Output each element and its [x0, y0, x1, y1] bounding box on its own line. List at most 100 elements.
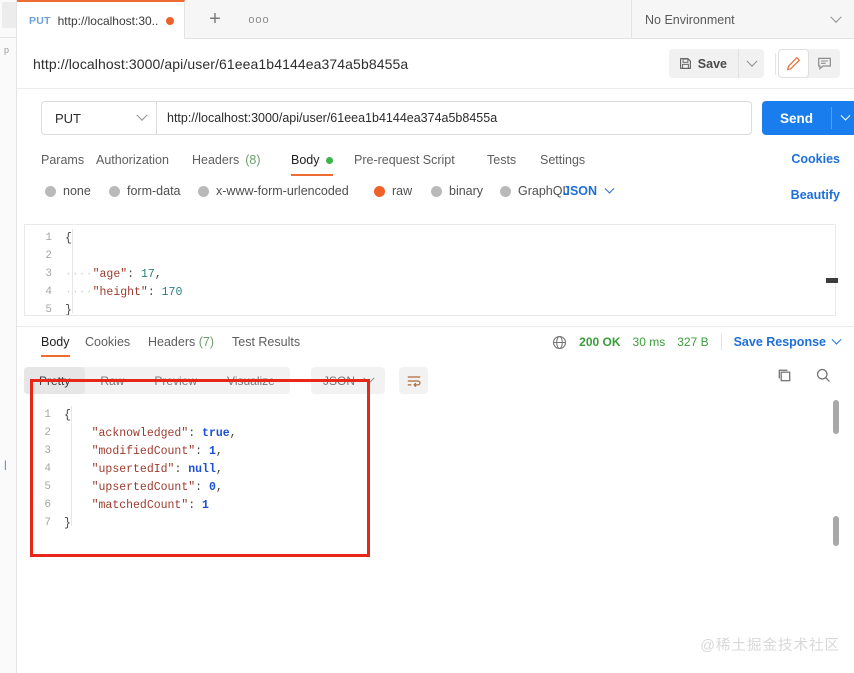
tab-headers[interactable]: Headers (8) — [192, 146, 261, 174]
radio-icon — [198, 186, 209, 197]
view-visualize[interactable]: Visualize — [212, 367, 290, 394]
line-number: 6 — [24, 499, 64, 511]
fold-indicator — [71, 406, 72, 526]
code-line: 2 — [25, 247, 835, 265]
comment-button[interactable] — [809, 49, 840, 78]
chevron-down-icon — [136, 110, 147, 121]
body-type-binary[interactable]: binary — [431, 184, 483, 198]
line-number: 2 — [25, 250, 65, 262]
view-preview[interactable]: Preview — [139, 367, 212, 394]
tab-body[interactable]: Body — [291, 146, 333, 174]
body-type-options: none form-data x-www-form-urlencoded raw… — [17, 184, 854, 212]
response-view-toggle: Pretty Raw Preview Visualize — [24, 367, 290, 394]
response-tab-test-results[interactable]: Test Results — [232, 335, 300, 349]
send-button-group: Send — [762, 101, 854, 135]
body-type-urlencoded[interactable]: x-www-form-urlencoded — [198, 184, 349, 198]
request-tab-active[interactable]: PUT http://localhost:30... — [17, 0, 185, 39]
body-type-graphql[interactable]: GraphQL — [500, 184, 569, 198]
chevron-down-icon — [841, 110, 851, 120]
new-tab-button[interactable]: + — [195, 0, 235, 39]
tab-settings[interactable]: Settings — [540, 146, 585, 174]
tab-method-label: PUT — [29, 15, 51, 27]
code-value: 1 — [202, 499, 209, 512]
body-type-raw[interactable]: raw — [374, 184, 412, 198]
url-input[interactable]: http://localhost:3000/api/user/61eea1b41… — [156, 101, 752, 135]
code-line: 4 ···· "height" : 170 — [25, 283, 835, 301]
code-value: null — [188, 463, 216, 476]
status-divider — [721, 334, 722, 350]
copy-icon[interactable] — [776, 367, 793, 384]
request-editor-scrollbar[interactable] — [826, 278, 838, 283]
code-indent: ···· — [65, 268, 93, 281]
tab-label: Test Results — [232, 335, 300, 349]
tab-label: Params — [41, 153, 84, 167]
view-pretty[interactable]: Pretty — [24, 367, 85, 394]
save-response-button[interactable]: Save Response — [734, 335, 840, 349]
code-key: "modifiedCount" — [92, 445, 196, 458]
tab-count: (8) — [245, 153, 260, 167]
beautify-link[interactable]: Beautify — [791, 188, 840, 202]
send-button[interactable]: Send — [762, 111, 831, 126]
tab-pre-request-script[interactable]: Pre-request Script — [354, 146, 455, 174]
body-format-selector[interactable]: JSON — [563, 184, 613, 198]
sidebar-collapsed-box[interactable] — [2, 2, 16, 28]
radio-icon — [431, 186, 442, 197]
code-colon: : — [127, 268, 141, 281]
code-line: 2 "acknowledged" : true , — [24, 424, 836, 442]
tab-label: Cookies — [85, 335, 130, 349]
save-icon — [679, 57, 692, 70]
response-scrollbar-top[interactable] — [833, 400, 839, 434]
tab-tests[interactable]: Tests — [487, 146, 516, 174]
code-colon: : — [188, 499, 202, 512]
code-text: { — [65, 232, 72, 245]
response-tab-body[interactable]: Body — [41, 335, 70, 349]
cookies-link[interactable]: Cookies — [791, 152, 840, 166]
body-type-form-data[interactable]: form-data — [109, 184, 181, 198]
comment-icon — [817, 56, 832, 71]
search-icon[interactable] — [815, 367, 832, 384]
response-size: 327 B — [677, 335, 708, 349]
code-text: } — [64, 517, 71, 530]
unsaved-dot-icon — [166, 17, 174, 25]
chevron-down-icon — [746, 55, 757, 66]
option-label: none — [63, 184, 91, 198]
tab-label: Settings — [540, 153, 585, 167]
request-body-editor[interactable]: 1 { 2 3 ···· "age" : 17 , 4 ···· "height… — [24, 224, 836, 316]
code-comma: , — [216, 481, 223, 494]
tab-params[interactable]: Params — [41, 146, 84, 174]
response-tab-headers[interactable]: Headers (7) — [148, 335, 214, 349]
line-number: 4 — [24, 463, 64, 475]
save-dropdown-button[interactable] — [738, 49, 764, 78]
chevron-down-icon — [363, 372, 374, 383]
environment-selector[interactable]: No Environment — [645, 0, 840, 39]
tab-label: Tests — [487, 153, 516, 167]
option-label: x-www-form-urlencoded — [216, 184, 349, 198]
code-value: 170 — [162, 286, 183, 299]
tab-count: (7) — [199, 335, 214, 349]
code-line: 5 } — [25, 301, 835, 316]
body-type-none[interactable]: none — [45, 184, 91, 198]
code-line: 3 "modifiedCount" : 1 , — [24, 442, 836, 460]
send-dropdown-button[interactable] — [831, 107, 854, 129]
request-header-bar: http://localhost:3000/api/user/61eea1b41… — [17, 39, 854, 89]
response-tab-cookies[interactable]: Cookies — [85, 335, 130, 349]
edit-button[interactable] — [778, 49, 809, 78]
code-value: true — [202, 427, 230, 440]
method-label: PUT — [55, 111, 81, 126]
code-comma: , — [216, 463, 223, 476]
tab-options-icon[interactable]: ooo — [237, 0, 281, 39]
response-body-editor[interactable]: 1 { 2 "acknowledged" : true , 3 "modifie… — [24, 396, 836, 556]
view-raw[interactable]: Raw — [85, 367, 139, 394]
radio-icon-selected — [374, 186, 385, 197]
wrap-lines-button[interactable] — [399, 367, 428, 394]
save-button[interactable]: Save — [669, 49, 738, 78]
response-actions — [776, 367, 832, 384]
code-indent — [64, 445, 92, 458]
response-scrollbar-bottom[interactable] — [833, 516, 839, 546]
method-selector[interactable]: PUT — [41, 101, 156, 135]
code-text: } — [65, 304, 72, 317]
tab-authorization[interactable]: Authorization — [96, 146, 169, 174]
response-format-selector[interactable]: JSON — [311, 367, 385, 394]
code-colon: : — [188, 427, 202, 440]
radio-icon — [45, 186, 56, 197]
